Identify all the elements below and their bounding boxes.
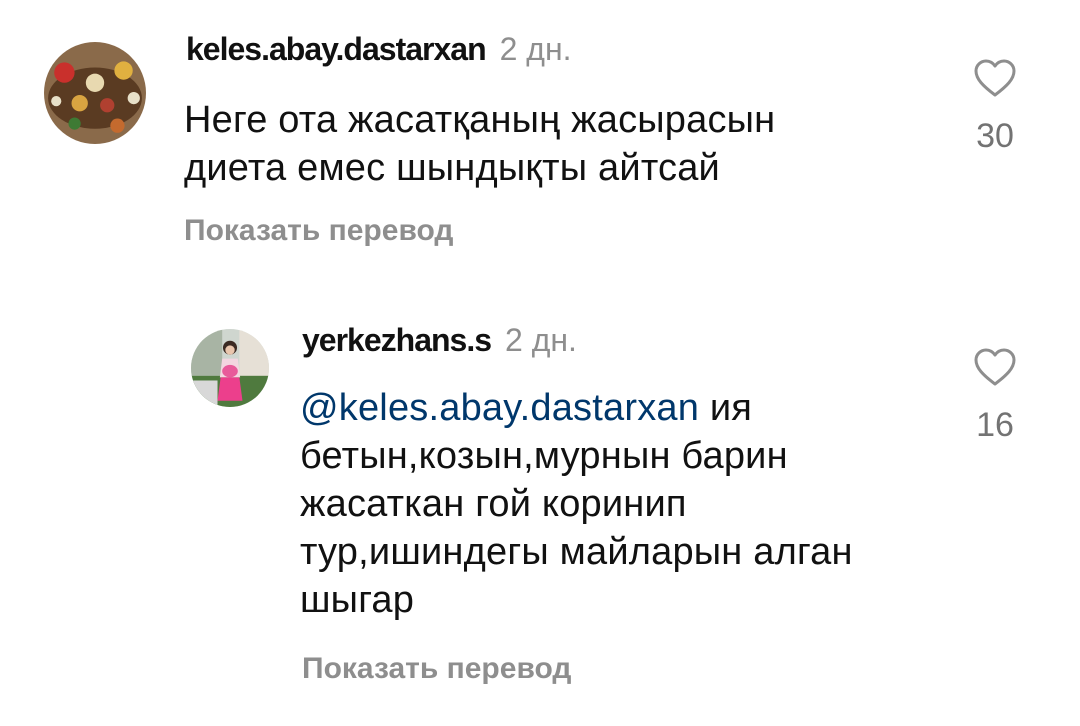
comment-text-line: бетын,козын,мурнын барин xyxy=(300,435,788,477)
timestamp: 2 дн. xyxy=(505,322,577,358)
avatar-food-image xyxy=(44,42,146,144)
heart-icon[interactable] xyxy=(973,58,1017,98)
comment-header: yerkezhans.s 2 дн. xyxy=(302,324,577,356)
comment-header: keles.abay.dastarxan 2 дн. xyxy=(186,33,572,65)
comment-text-fragment: ия xyxy=(699,387,753,429)
comment-text-line: @keles.abay.dastarxan ия xyxy=(300,384,960,432)
mention-link[interactable]: @keles.abay.dastarxan xyxy=(300,387,699,429)
comment-text: @keles.abay.dastarxan ия бетын,козын,мур… xyxy=(300,384,960,624)
comment-text-line: Неге ота жасатқаның жасырасын xyxy=(184,99,776,141)
like-count: 30 xyxy=(976,117,1014,155)
like-count: 16 xyxy=(976,406,1014,444)
show-translation-link[interactable]: Показать перевод xyxy=(184,214,453,248)
avatar[interactable] xyxy=(44,42,146,144)
comment-text-line: жасаткан гой коринип xyxy=(300,483,687,525)
comment-text: Неге ота жасатқаның жасырасын диета емес… xyxy=(184,96,944,192)
comment-text-line: шыгар xyxy=(300,579,415,621)
comment-text-line: диета емес шындықты айтсай xyxy=(184,147,720,189)
heart-icon[interactable] xyxy=(973,347,1017,387)
username[interactable]: keles.abay.dastarxan xyxy=(186,31,487,67)
avatar-person-image xyxy=(191,329,269,407)
timestamp: 2 дн. xyxy=(499,31,572,67)
username[interactable]: yerkezhans.s xyxy=(302,322,492,358)
show-translation-link[interactable]: Показать перевод xyxy=(302,652,571,686)
avatar[interactable] xyxy=(191,329,269,407)
comment-text-line: тур,ишиндегы майларын алган xyxy=(300,531,853,573)
